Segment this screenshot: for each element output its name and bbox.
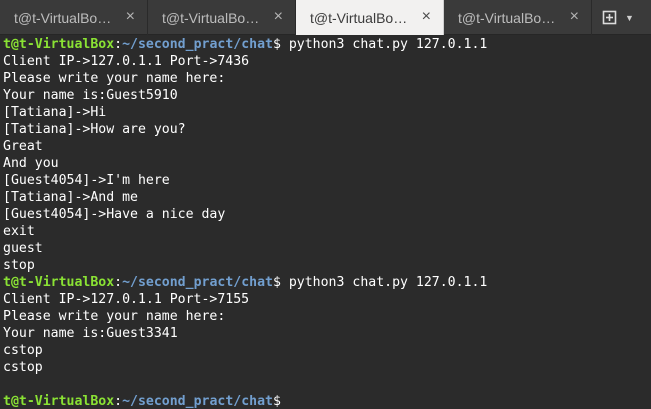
output-line: Your name is:Guest3341: [3, 326, 178, 341]
prompt-path: ~/second_pract/chat: [122, 394, 273, 409]
close-icon[interactable]: ×: [274, 8, 283, 26]
chevron-down-icon[interactable]: ▼: [625, 13, 634, 23]
close-icon[interactable]: ×: [126, 8, 135, 26]
tab-title: t@t-VirtualBo…: [14, 9, 112, 26]
prompt-line: t@t-VirtualBox:~/second_pract/chat$: [3, 393, 651, 409]
prompt-colon: :: [114, 275, 123, 290]
terminal-window: t@t-VirtualBo… × t@t-VirtualBo… × t@t-Vi…: [0, 0, 651, 409]
output-line: Great: [3, 139, 43, 154]
close-icon[interactable]: ×: [422, 8, 431, 26]
output-line: cstop: [3, 343, 43, 358]
output-line: Please write your name here:: [3, 71, 226, 86]
tab-3-active[interactable]: t@t-VirtualBo… ×: [296, 0, 444, 35]
tab-1[interactable]: t@t-VirtualBo… ×: [0, 0, 148, 35]
output-line: And you: [3, 156, 59, 171]
output-line: [Guest4054]->Have a nice day: [3, 207, 226, 222]
prompt-colon: :: [114, 37, 123, 52]
tab-2[interactable]: t@t-VirtualBo… ×: [148, 0, 296, 35]
prompt-line: t@t-VirtualBox:~/second_pract/chat$ pyth…: [3, 274, 651, 291]
prompt-user-host: t@t-VirtualBox: [3, 37, 115, 52]
output-line: Please write your name here:: [3, 309, 226, 324]
prompt-path: ~/second_pract/chat: [122, 275, 273, 290]
tab-bar: t@t-VirtualBo… × t@t-VirtualBo… × t@t-Vi…: [0, 0, 651, 35]
output-line: [Tatiana]->And me: [3, 190, 138, 205]
output-line: Client IP->127.0.1.1 Port->7155: [3, 292, 250, 307]
output-line: [Tatiana]->How are you?: [3, 122, 186, 137]
tab-title: t@t-VirtualBo…: [162, 9, 260, 26]
command-text: python3 chat.py 127.0.1.1: [280, 275, 488, 290]
output-line: Your name is:Guest5910: [3, 88, 178, 103]
output-line: [Tatiana]->Hi: [3, 105, 107, 120]
output-line: stop: [3, 258, 35, 273]
new-tab-plus-icon: [602, 10, 617, 24]
output-line: Client IP->127.0.1.1 Port->7436: [3, 54, 250, 69]
terminal-output[interactable]: t@t-VirtualBox:~/second_pract/chat$ pyth…: [0, 35, 651, 409]
tab-title: t@t-VirtualBo…: [310, 9, 408, 26]
prompt-path: ~/second_pract/chat: [122, 37, 273, 52]
new-tab-button[interactable]: ▼: [592, 0, 651, 35]
prompt-user-host: t@t-VirtualBox: [3, 275, 115, 290]
close-icon[interactable]: ×: [570, 8, 579, 26]
prompt-line: t@t-VirtualBox:~/second_pract/chat$ pyth…: [3, 36, 651, 53]
tab-4[interactable]: t@t-VirtualBo… ×: [444, 0, 592, 35]
output-line: [Guest4054]->I'm here: [3, 173, 170, 188]
prompt-dollar: $: [272, 275, 281, 290]
command-text: python3 chat.py 127.0.1.1: [280, 37, 488, 52]
output-line: guest: [3, 241, 43, 256]
output-line: exit: [3, 224, 35, 239]
prompt-user-host: t@t-VirtualBox: [3, 394, 115, 409]
tab-title: t@t-VirtualBo…: [458, 9, 556, 26]
prompt-dollar: $: [272, 37, 281, 52]
prompt-dollar: $: [272, 394, 281, 409]
prompt-colon: :: [114, 394, 123, 409]
output-line: cstop: [3, 360, 43, 375]
